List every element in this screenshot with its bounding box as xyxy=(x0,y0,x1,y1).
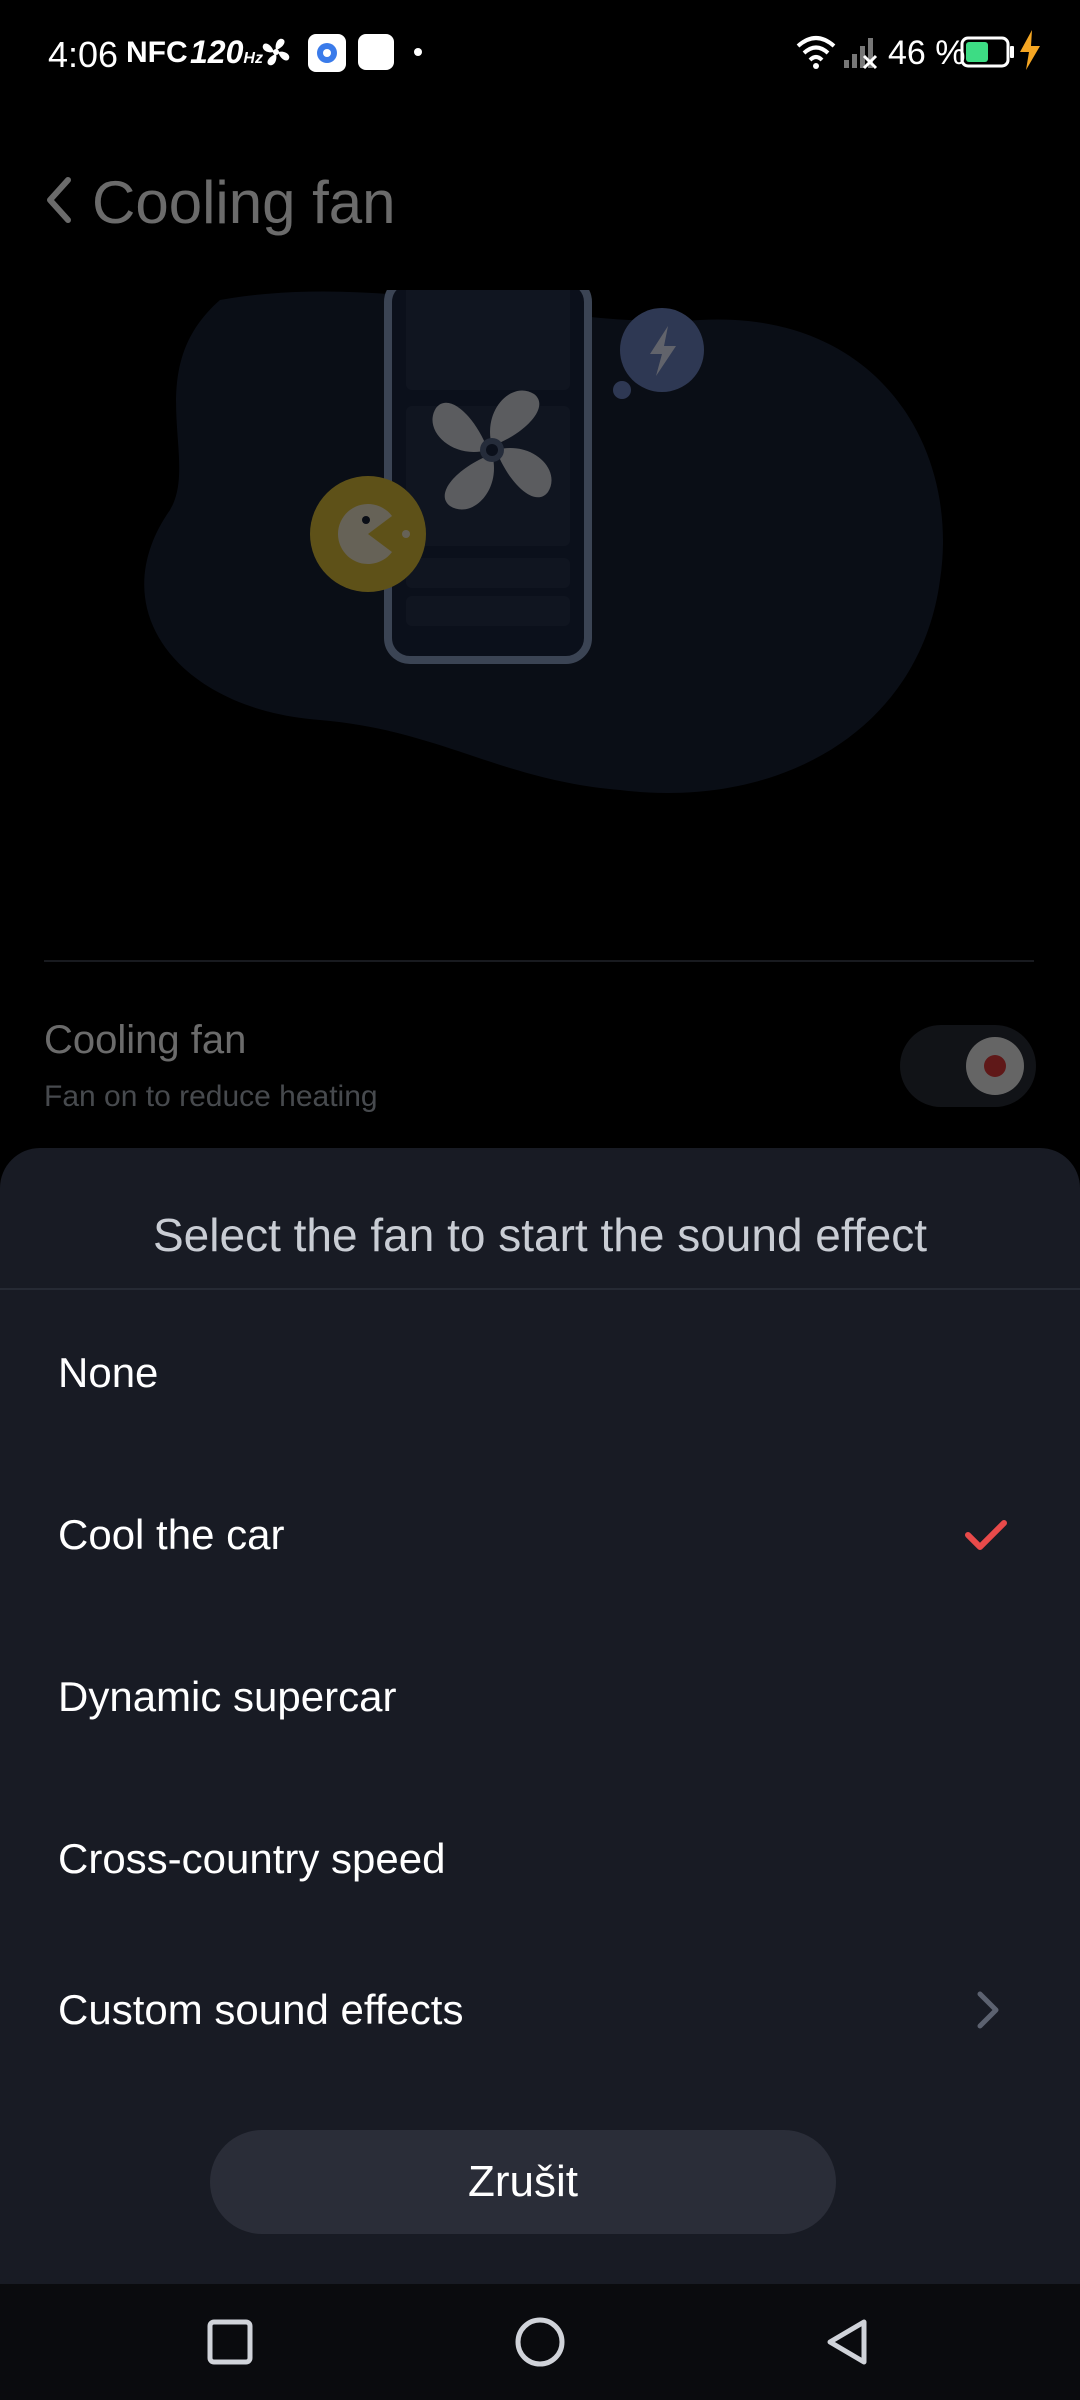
option-label: Custom sound effects xyxy=(58,1986,464,2033)
wifi-icon xyxy=(796,36,836,69)
battery-icon xyxy=(960,36,1014,68)
cooling-fan-illustration xyxy=(144,290,944,794)
recent-apps-icon[interactable] xyxy=(200,2312,260,2372)
option-cross-country-speed[interactable]: Cross-country speed xyxy=(0,1784,1080,1934)
sheet-divider xyxy=(0,1288,1080,1290)
option-none[interactable]: None xyxy=(0,1298,1080,1448)
sheet-title: Select the fan to start the sound effect xyxy=(153,1209,927,1261)
white-square-icon xyxy=(358,34,394,70)
toggle-indicator-dot xyxy=(984,1055,1006,1077)
charging-icon xyxy=(1020,30,1040,70)
check-icon xyxy=(965,1520,1007,1550)
back-chevron-icon[interactable] xyxy=(40,174,80,226)
status-bar: 4:06 NFC 120Hz 46 % xyxy=(0,0,1080,110)
cooling-fan-setting-subtitle: Fan on to reduce heating xyxy=(44,1080,378,1113)
back-icon[interactable] xyxy=(818,2312,878,2372)
page-title: Cooling fan xyxy=(92,169,396,236)
option-label: Cool the car xyxy=(58,1511,285,1558)
status-refresh-rate: 120Hz xyxy=(190,34,263,70)
cooling-fan-toggle[interactable] xyxy=(900,1025,1036,1107)
status-time: 4:06 xyxy=(48,34,119,75)
dot-icon xyxy=(414,48,422,56)
toggle-knob xyxy=(966,1037,1024,1095)
settings-app-icon xyxy=(308,34,346,72)
option-cool-the-car[interactable]: Cool the car xyxy=(0,1460,1080,1610)
divider xyxy=(44,960,1034,962)
home-icon[interactable] xyxy=(510,2312,570,2372)
chevron-right-icon xyxy=(977,1991,999,2029)
pacman-game-icon xyxy=(310,476,426,592)
option-label: Dynamic supercar xyxy=(58,1673,397,1720)
header: Cooling fan xyxy=(0,150,1080,250)
cancel-button[interactable]: Zrušit xyxy=(210,2130,836,2234)
option-custom-sound-effects[interactable]: Custom sound effects xyxy=(0,1935,1080,2085)
status-nfc: NFC xyxy=(126,36,188,69)
cooling-fan-setting-title: Cooling fan xyxy=(44,1018,247,1062)
option-dynamic-supercar[interactable]: Dynamic supercar xyxy=(0,1622,1080,1772)
signal-icon xyxy=(844,38,878,70)
fan-icon xyxy=(262,38,290,66)
lightning-icon xyxy=(620,308,704,392)
navigation-bar xyxy=(0,2284,1080,2400)
option-label: Cross-country speed xyxy=(58,1835,446,1882)
battery-percent: 46 % xyxy=(888,34,966,72)
option-label: None xyxy=(58,1349,159,1396)
sound-effect-sheet: Select the fan to start the sound effect… xyxy=(0,1148,1080,2284)
